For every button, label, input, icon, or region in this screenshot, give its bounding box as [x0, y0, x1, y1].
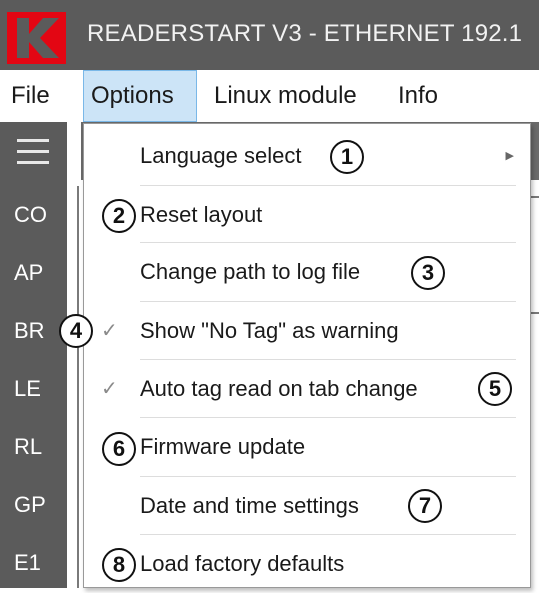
menu-item-label: Reset layout: [140, 202, 263, 227]
content-divider: [531, 196, 539, 198]
sidebar-item-gp[interactable]: GP: [0, 476, 67, 534]
menu-item-label: Change path to log file: [140, 259, 361, 284]
callout-4: 4: [59, 314, 93, 348]
options-dropdown-menu: Language select ▶ Reset layout Change pa…: [83, 123, 531, 588]
content-border: [77, 186, 79, 588]
menu-bar: File Options Linux module Info: [0, 70, 539, 123]
callout-8: 8: [102, 548, 136, 582]
menu-item-reset-layout[interactable]: Reset layout: [84, 186, 530, 244]
menu-item-label: Date and time settings: [140, 493, 359, 518]
sidebar-item-co[interactable]: CO: [0, 186, 67, 244]
menu-item-auto-tag-read[interactable]: ✓ Auto tag read on tab change: [84, 360, 530, 418]
hamburger-icon[interactable]: [17, 139, 49, 165]
menu-item-label: Language select: [140, 143, 302, 168]
menu-item-load-factory-defaults[interactable]: Load factory defaults: [84, 535, 530, 593]
menu-item-label: Load factory defaults: [140, 551, 345, 576]
title-bar: READERSTART V3 - ETHERNET 192.1: [0, 0, 539, 70]
menu-item-show-no-tag-warning[interactable]: ✓ Show "No Tag" as warning: [84, 302, 530, 360]
menu-item-label: Firmware update: [140, 434, 306, 459]
menu-item-label: Show "No Tag" as warning: [140, 318, 399, 343]
menu-file[interactable]: File: [4, 70, 57, 122]
callout-3: 3: [411, 256, 445, 290]
menu-linux-module[interactable]: Linux module: [207, 70, 364, 122]
menu-item-change-log-path[interactable]: Change path to log file: [84, 243, 530, 301]
content-divider: [531, 312, 539, 314]
sidebar-item-e1[interactable]: E1: [0, 534, 67, 592]
callout-7: 7: [408, 489, 442, 523]
callout-1: 1: [330, 140, 364, 174]
sidebar-item-ap[interactable]: AP: [0, 244, 67, 302]
sidebar-item-le[interactable]: LE: [0, 360, 67, 418]
chevron-right-icon: ▶: [505, 150, 514, 162]
checkmark-icon: ✓: [101, 378, 118, 400]
menu-item-label: Auto tag read on tab change: [140, 376, 418, 401]
sidebar-item-rl[interactable]: RL: [0, 418, 67, 476]
menu-options[interactable]: Options: [83, 70, 197, 122]
window-title: READERSTART V3 - ETHERNET 192.1: [87, 20, 523, 47]
callout-6: 6: [102, 432, 136, 466]
k-logo-icon: [7, 12, 66, 64]
menu-item-language-select[interactable]: Language select ▶: [84, 127, 530, 185]
sidebar: CO AP BR LE RL GP E1: [0, 122, 67, 588]
menu-item-firmware-update[interactable]: Firmware update: [84, 418, 530, 476]
checkmark-icon: ✓: [101, 320, 118, 342]
menu-info[interactable]: Info: [391, 70, 445, 122]
sidebar-item-br[interactable]: BR: [0, 302, 67, 360]
callout-2: 2: [102, 199, 136, 233]
menu-item-date-time-settings[interactable]: Date and time settings: [84, 477, 530, 535]
callout-5: 5: [478, 372, 512, 406]
